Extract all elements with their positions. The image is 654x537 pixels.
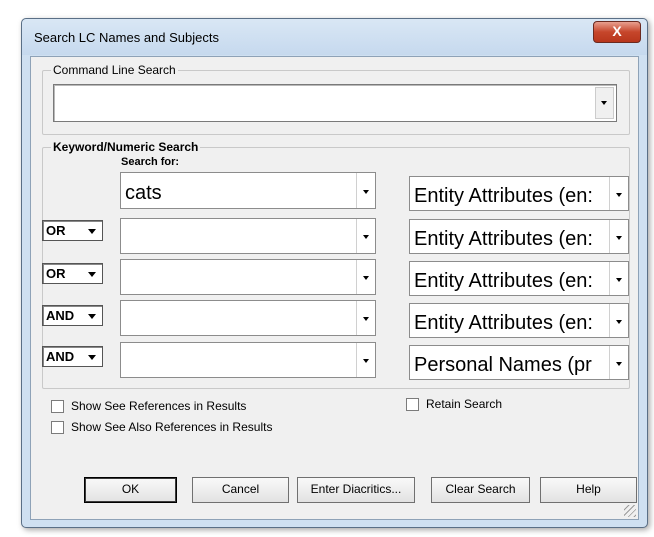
search-dialog: Search LC Names and Subjects X Command L… [21,18,648,528]
clear-search-button[interactable]: Clear Search [431,477,530,503]
search-term-4[interactable] [120,300,376,336]
operator-2-value: OR [46,223,66,238]
title-bar[interactable]: Search LC Names and Subjects X [22,19,647,55]
search-term-4-dropdown[interactable] [356,301,375,335]
show-see-references-checkbox[interactable] [51,399,64,413]
search-index-1-dropdown[interactable] [609,177,628,210]
search-index-4-value: Entity Attributes (en: [414,312,593,334]
search-index-5-dropdown[interactable] [609,346,628,379]
search-term-1-dropdown[interactable] [356,173,375,208]
search-term-3-dropdown[interactable] [356,260,375,294]
command-line-group: Command Line Search [42,63,630,135]
enter-diacritics-button[interactable]: Enter Diacritics... [297,477,415,503]
show-see-references-label: Show See References in Results [71,399,247,413]
search-term-1-value: cats [125,182,162,204]
command-line-input[interactable] [53,84,617,122]
chevron-down-icon [616,319,622,324]
search-index-3[interactable]: Entity Attributes (en: [409,261,629,296]
show-see-also-references-label: Show See Also References in Results [71,420,273,434]
search-term-5-dropdown[interactable] [356,343,375,377]
keyword-group-label: Keyword/Numeric Search [51,140,201,154]
search-index-2[interactable]: Entity Attributes (en: [409,219,629,254]
cancel-button[interactable]: Cancel [192,477,289,503]
search-term-5[interactable] [120,342,376,378]
chevron-down-icon [616,277,622,282]
show-see-also-references-option[interactable]: Show See Also References in Results [51,420,272,434]
resize-grip[interactable] [624,505,636,517]
chevron-down-icon [616,235,622,240]
chevron-down-icon [88,272,96,277]
search-index-4-dropdown[interactable] [609,304,628,337]
dialog-body: Command Line Search Keyword/Numeric Sear… [30,56,639,520]
operator-5-value: AND [46,349,75,364]
search-index-1-value: Entity Attributes (en: [414,185,593,207]
search-index-5-value: Personal Names (pr [414,354,592,376]
keyword-search-group: Keyword/Numeric Search Search for: cats … [42,140,630,389]
boolean-operator-4[interactable]: AND [42,305,103,326]
operator-4-value: AND [46,308,75,323]
chevron-down-icon [363,317,369,321]
chevron-down-icon [363,235,369,239]
chevron-down-icon [616,192,622,197]
chevron-down-icon [601,101,607,105]
close-icon: X [612,23,622,39]
chevron-down-icon [88,355,96,360]
chevron-down-icon [363,276,369,280]
show-see-also-references-checkbox[interactable] [51,420,64,434]
search-index-2-value: Entity Attributes (en: [414,228,593,250]
command-line-dropdown-button[interactable] [595,87,614,119]
search-index-3-dropdown[interactable] [609,262,628,295]
search-index-3-value: Entity Attributes (en: [414,270,593,292]
search-for-label: Search for: [121,156,180,168]
chevron-down-icon [88,314,96,319]
search-index-4[interactable]: Entity Attributes (en: [409,303,629,338]
search-index-5[interactable]: Personal Names (pr [409,345,629,380]
chevron-down-icon [88,229,96,234]
search-term-3[interactable] [120,259,376,295]
operator-3-value: OR [46,266,66,281]
dialog-title: Search LC Names and Subjects [34,30,219,45]
chevron-down-icon [363,189,369,194]
retain-search-label: Retain Search [426,397,503,411]
boolean-operator-3[interactable]: OR [42,263,103,284]
command-line-group-label: Command Line Search [51,63,178,77]
boolean-operator-2[interactable]: OR [42,220,103,241]
show-see-references-option[interactable]: Show See References in Results [51,399,246,413]
close-button[interactable]: X [593,21,641,43]
search-term-2-dropdown[interactable] [356,219,375,253]
help-button[interactable]: Help [540,477,637,503]
chevron-down-icon [363,359,369,363]
search-term-1[interactable]: cats [120,172,376,209]
search-index-1[interactable]: Entity Attributes (en: [409,176,629,211]
search-term-2[interactable] [120,218,376,254]
ok-button[interactable]: OK [84,477,177,503]
retain-search-option[interactable]: Retain Search [406,397,502,411]
chevron-down-icon [616,361,622,366]
boolean-operator-5[interactable]: AND [42,346,103,367]
search-index-2-dropdown[interactable] [609,220,628,253]
retain-search-checkbox[interactable] [406,397,419,411]
